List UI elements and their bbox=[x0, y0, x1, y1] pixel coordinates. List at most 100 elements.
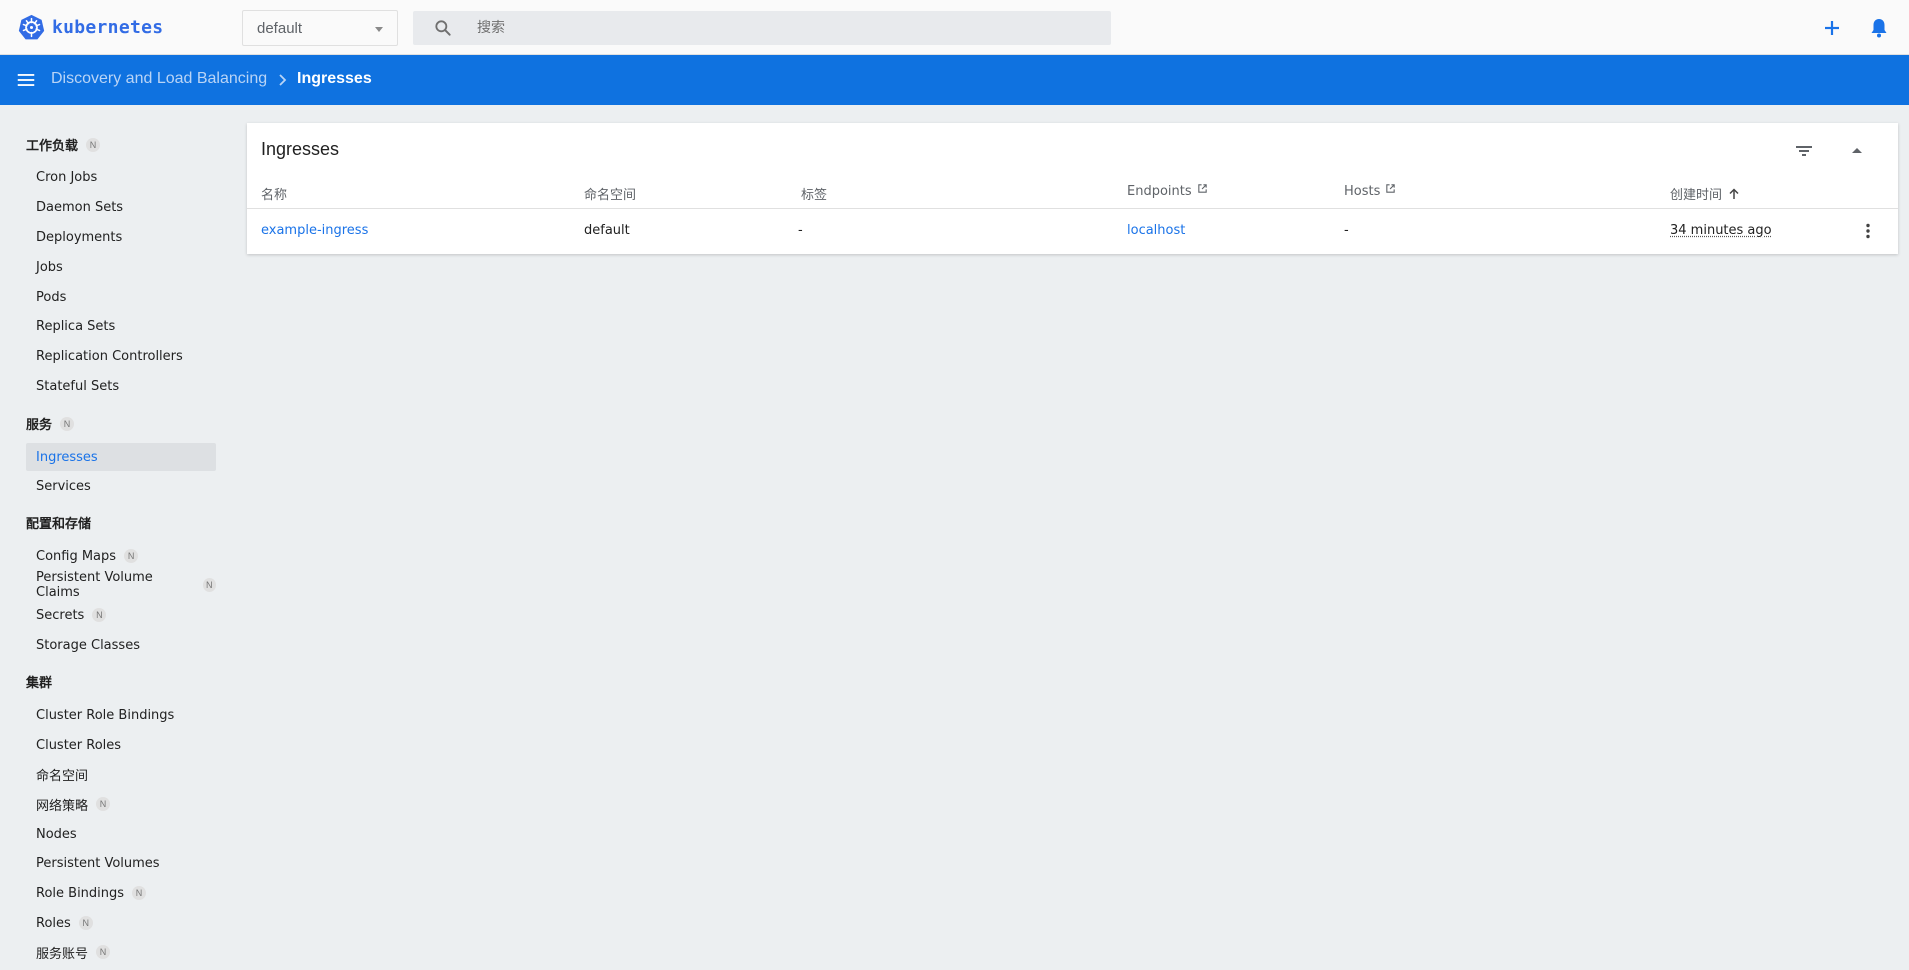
breadcrumb-current: Ingresses bbox=[297, 70, 372, 87]
sidebar-item-cron-jobs[interactable]: Cron Jobs bbox=[26, 163, 216, 191]
namespaced-badge: N bbox=[132, 886, 147, 900]
sidebar-item-roles[interactable]: Roles N bbox=[26, 909, 216, 937]
sidebar-nav: 工作负载 N Cron Jobs Daemon Sets Deployments… bbox=[0, 105, 230, 970]
caret-down-icon bbox=[375, 27, 383, 32]
namespaced-badge: N bbox=[60, 416, 75, 431]
sidebar-item-label: 网络策略 bbox=[36, 798, 89, 814]
sidebar-item-jobs[interactable]: Jobs bbox=[26, 253, 216, 281]
sidebar-item-label: Services bbox=[36, 478, 91, 494]
sidebar-section-title: 服务 bbox=[26, 418, 53, 433]
sidebar-item-deployments[interactable]: Deployments bbox=[26, 223, 216, 251]
sidebar-item-label: Pods bbox=[36, 289, 67, 305]
ingress-created-time: 34 minutes ago bbox=[1670, 223, 1772, 238]
column-header-endpoints: Endpoints bbox=[1127, 184, 1208, 199]
namespaced-badge: N bbox=[86, 137, 101, 152]
sidebar-item-label: Config Maps bbox=[36, 548, 117, 564]
sidebar-item-service-accounts[interactable]: 服务账号 N bbox=[26, 938, 216, 966]
ingress-namespace: default bbox=[584, 223, 630, 238]
sidebar-item-replication-controllers[interactable]: Replication Controllers bbox=[26, 342, 216, 370]
namespaced-badge: N bbox=[202, 578, 216, 592]
sidebar-item-pods[interactable]: Pods bbox=[26, 283, 216, 311]
kubernetes-logo[interactable]: kubernetes bbox=[18, 14, 163, 41]
sidebar-item-label: Persistent Volume Claims bbox=[36, 570, 153, 600]
namespace-select[interactable]: default bbox=[242, 10, 398, 46]
namespaced-badge: N bbox=[96, 945, 111, 959]
sidebar-item-persistent-volumes[interactable]: Persistent Volumes bbox=[26, 849, 216, 877]
sidebar-item-daemon-sets[interactable]: Daemon Sets bbox=[26, 193, 216, 221]
column-header-label: 标签 bbox=[801, 188, 828, 203]
breadcrumb-bar: Discovery and Load Balancing Ingresses bbox=[0, 55, 1909, 105]
column-header-label: 创建时间 bbox=[1670, 188, 1723, 203]
column-header-label: Endpoints bbox=[1127, 184, 1192, 199]
sidebar-item-label: Storage Classes bbox=[36, 637, 140, 653]
chevron-right-icon bbox=[279, 74, 287, 86]
sidebar-item-replica-sets[interactable]: Replica Sets bbox=[26, 312, 216, 340]
sidebar-section-cluster[interactable]: 集群 bbox=[26, 672, 52, 691]
column-header-hosts: Hosts bbox=[1344, 184, 1396, 199]
bell-icon[interactable] bbox=[1867, 16, 1891, 40]
logo-text: kubernetes bbox=[52, 17, 164, 38]
sidebar-item-label: Role Bindings bbox=[36, 885, 125, 901]
sidebar-item-label: Secrets bbox=[36, 607, 85, 623]
filter-icon[interactable] bbox=[1792, 139, 1816, 163]
card-title: Ingresses bbox=[261, 139, 340, 159]
search-box[interactable] bbox=[413, 11, 1111, 45]
sidebar-item-label: Replica Sets bbox=[36, 318, 116, 334]
sidebar-item-network-policies[interactable]: 网络策略 N bbox=[26, 790, 216, 818]
column-header-label: Hosts bbox=[1344, 184, 1381, 199]
column-header-created[interactable]: 创建时间 bbox=[1670, 184, 1740, 203]
add-icon[interactable] bbox=[1820, 16, 1844, 40]
sidebar-item-label: Cluster Role Bindings bbox=[36, 707, 175, 723]
sidebar-item-label: Deployments bbox=[36, 229, 123, 245]
sidebar-section-title: 集群 bbox=[26, 676, 53, 691]
sidebar-item-config-maps[interactable]: Config Maps N bbox=[26, 542, 216, 570]
namespaced-badge: N bbox=[78, 916, 93, 930]
ingress-endpoint-link[interactable]: localhost bbox=[1127, 223, 1185, 238]
column-header-label: 命名空间 bbox=[584, 188, 637, 203]
collapse-icon[interactable] bbox=[1845, 139, 1869, 163]
ingress-name-link[interactable]: example-ingress bbox=[261, 223, 368, 238]
breadcrumb-parent-link[interactable]: Discovery and Load Balancing bbox=[51, 70, 267, 88]
sidebar-item-label: Daemon Sets bbox=[36, 199, 124, 215]
sidebar-item-storage-classes[interactable]: Storage Classes bbox=[26, 631, 216, 659]
more-vert-icon[interactable] bbox=[1858, 221, 1878, 241]
sidebar-item-cluster-role-bindings[interactable]: Cluster Role Bindings bbox=[26, 701, 216, 729]
kubernetes-logo-icon bbox=[18, 14, 45, 40]
sidebar-item-label: 命名空间 bbox=[36, 768, 89, 784]
top-bar: kubernetes default bbox=[0, 0, 1909, 55]
sidebar-item-label: Roles bbox=[36, 915, 71, 931]
search-icon bbox=[435, 20, 451, 36]
sidebar-item-cluster-roles[interactable]: Cluster Roles bbox=[26, 731, 216, 759]
table-divider bbox=[247, 208, 1898, 209]
ingress-labels: - bbox=[798, 223, 803, 238]
sidebar-item-nodes[interactable]: Nodes bbox=[26, 820, 216, 848]
sidebar-section-workloads[interactable]: 工作负载 N bbox=[26, 135, 101, 154]
sidebar-item-label: Replication Controllers bbox=[36, 348, 183, 364]
search-input[interactable] bbox=[477, 11, 1097, 45]
ingress-hosts: - bbox=[1344, 223, 1349, 238]
sidebar-item-label: 服务账号 bbox=[36, 946, 89, 962]
sidebar-item-namespaces[interactable]: 命名空间 bbox=[26, 760, 216, 788]
sidebar-item-label: Cron Jobs bbox=[36, 169, 98, 185]
sidebar-item-role-bindings[interactable]: Role Bindings N bbox=[26, 879, 216, 907]
open-in-new-icon bbox=[1386, 184, 1396, 193]
namespaced-badge: N bbox=[92, 608, 107, 622]
sidebar-item-secrets[interactable]: Secrets N bbox=[26, 601, 216, 629]
namespace-select-value: default bbox=[257, 19, 303, 37]
sidebar-item-label: Jobs bbox=[36, 259, 63, 275]
column-header-namespace[interactable]: 命名空间 bbox=[584, 184, 636, 203]
sidebar-item-stateful-sets[interactable]: Stateful Sets bbox=[26, 372, 216, 400]
sidebar-section-config-storage[interactable]: 配置和存储 bbox=[26, 513, 91, 532]
sidebar-item-label: Stateful Sets bbox=[36, 378, 120, 394]
sidebar-item-services[interactable]: Services bbox=[26, 472, 216, 500]
open-in-new-icon bbox=[1197, 184, 1207, 193]
sidebar-section-services[interactable]: 服务 N bbox=[26, 414, 75, 433]
column-header-name[interactable]: 名称 bbox=[261, 184, 287, 203]
sidebar-item-persistent-volume-claims[interactable]: Persistent Volume Claims N bbox=[26, 570, 216, 600]
namespaced-badge: N bbox=[124, 549, 139, 563]
sidebar-item-ingresses[interactable]: Ingresses bbox=[26, 443, 216, 471]
namespaced-badge: N bbox=[96, 797, 111, 811]
arrow-up-icon bbox=[1729, 187, 1739, 199]
menu-icon[interactable] bbox=[15, 69, 37, 91]
sidebar-section-title: 工作负载 bbox=[26, 139, 79, 154]
